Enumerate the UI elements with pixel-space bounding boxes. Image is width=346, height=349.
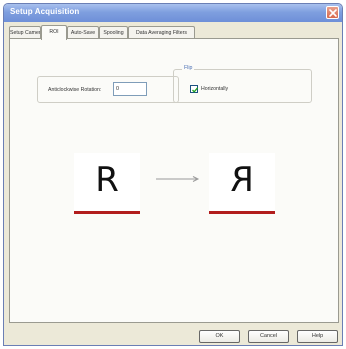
preview-flipped: R xyxy=(209,153,275,214)
tab-roi[interactable]: ROI xyxy=(41,25,67,40)
flipped-underline xyxy=(209,211,275,214)
flip-horizontal-label: Horizontally xyxy=(201,86,229,92)
title-bar[interactable]: Setup Acquisition xyxy=(4,4,342,22)
roi-panel: Anticlockwise Rotation: 0 Flip Horizonta… xyxy=(9,38,339,323)
rotation-group: Anticlockwise Rotation: 0 xyxy=(37,76,179,103)
rotation-input[interactable]: 0 xyxy=(113,82,147,96)
check-icon xyxy=(192,87,199,93)
flip-legend: Flip xyxy=(182,65,195,71)
original-glyph: R xyxy=(95,160,119,200)
help-button[interactable]: Help xyxy=(297,330,338,343)
setup-acquisition-dialog: Setup Acquisition Setup Camera ROI Auto-… xyxy=(3,3,343,346)
ok-button[interactable]: OK xyxy=(199,330,240,343)
preview-original: R xyxy=(74,153,140,214)
window-title: Setup Acquisition xyxy=(10,7,80,16)
flip-group: Flip Horizontally xyxy=(173,65,312,103)
close-button[interactable] xyxy=(326,6,339,19)
cancel-button[interactable]: Cancel xyxy=(248,330,289,343)
arrow-right-icon xyxy=(156,176,200,182)
rotation-label: Anticlockwise Rotation: xyxy=(48,87,102,93)
close-icon xyxy=(329,9,337,17)
flipped-glyph: R xyxy=(230,160,254,200)
flip-horizontal-checkbox[interactable] xyxy=(190,85,199,93)
original-underline xyxy=(74,211,140,214)
